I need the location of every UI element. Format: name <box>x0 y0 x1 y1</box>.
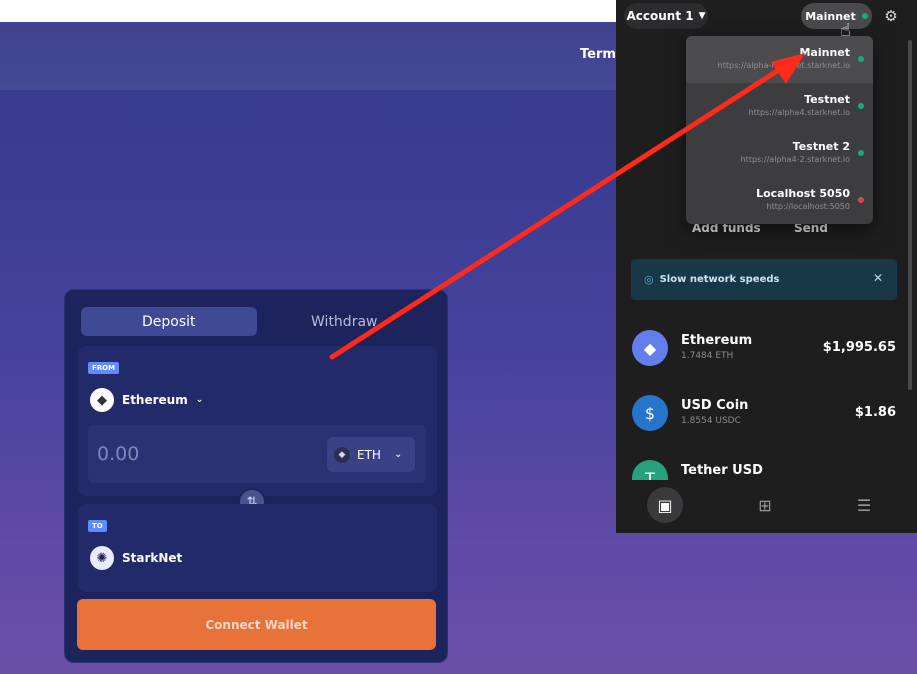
token-selector[interactable]: ◆ ETH ⌄ <box>327 437 415 472</box>
grid-icon: ⊞ <box>758 495 772 515</box>
token-row-ethereum[interactable]: ◆ Ethereum 1.7484 ETH $1,995.65 <box>632 330 902 374</box>
ethereum-icon: ◆ <box>90 388 114 412</box>
list-icon: ☰ <box>856 495 872 515</box>
eth-token-icon: ◆ <box>334 446 350 463</box>
usdc-icon: $ <box>632 395 668 431</box>
network-selector[interactable]: Mainnet <box>801 3 872 29</box>
network-option-name: Localhost 5050 <box>756 187 850 200</box>
network-option-localhost[interactable]: Localhost 5050 http://localhost:5050 <box>686 177 873 224</box>
amount-input[interactable] <box>97 440 297 468</box>
info-icon: ◎ <box>644 273 654 286</box>
token-row-usdc[interactable]: $ USD Coin 1.8554 USDC $1.86 <box>632 395 902 439</box>
token-selector-label: ETH <box>357 447 381 462</box>
network-status-dot <box>858 150 864 156</box>
network-status-dot <box>861 13 868 19</box>
token-balance: 1.7484 ETH <box>681 351 734 361</box>
tether-icon: T <box>632 460 668 480</box>
account-label: Account 1 <box>626 9 694 23</box>
token-balance: 1.8554 USDC <box>681 416 741 426</box>
network-option-url: https://alpha4.starknet.io <box>748 108 850 117</box>
token-usd-value: $1,995.65 <box>822 340 896 355</box>
gear-icon: ⚙ <box>884 7 898 25</box>
network-status-dot <box>858 197 864 203</box>
wallet-icon: ▣ <box>657 495 673 515</box>
token-name: Ethereum <box>681 333 753 348</box>
network-option-url: http://localhost:5050 <box>766 202 850 211</box>
to-network-label: StarkNet <box>122 551 183 565</box>
from-tag: FROM <box>88 362 120 374</box>
account-selector[interactable]: Account 1 ▼ <box>624 3 708 29</box>
token-name: USD Coin <box>681 398 749 413</box>
from-network-label: Ethereum <box>122 393 188 407</box>
network-option-testnet-2[interactable]: Testnet 2 https://alpha4-2.starknet.io <box>686 130 873 177</box>
nav-collectibles-button[interactable]: ⊞ <box>747 487 783 523</box>
network-option-url: https://alpha4-2.starknet.io <box>740 155 850 164</box>
ethereum-icon: ◆ <box>632 330 668 366</box>
nav-wallet-button[interactable]: ▣ <box>647 487 683 523</box>
bridge-tabs: Deposit Withdraw <box>81 307 432 336</box>
tab-withdraw[interactable]: Withdraw <box>257 307 433 336</box>
caret-down-icon: ▼ <box>698 11 706 21</box>
network-option-testnet[interactable]: Testnet https://alpha4.starknet.io <box>686 83 873 130</box>
connect-wallet-button[interactable]: Connect Wallet <box>77 599 436 650</box>
from-network-selector[interactable]: ◆ Ethereum ⌄ <box>90 388 203 412</box>
wallet-bottom-nav: ▣ ⊞ ☰ <box>616 480 917 533</box>
slow-network-banner: ◎ Slow network speeds ✕ <box>631 259 897 300</box>
banner-text: Slow network speeds <box>659 274 780 285</box>
token-row-tether[interactable]: T Tether USD <box>632 460 902 480</box>
wallet-scrollbar[interactable] <box>908 40 912 390</box>
network-option-url: https://alpha-mainnet.starknet.io <box>717 61 850 70</box>
network-option-name: Mainnet <box>799 46 850 59</box>
token-usd-value: $1.86 <box>854 405 896 420</box>
to-network-display: ✺ StarkNet <box>90 546 182 570</box>
to-tag: TO <box>88 520 107 532</box>
chevron-down-icon: ⌄ <box>393 449 403 460</box>
network-option-name: Testnet 2 <box>792 140 850 153</box>
token-name: Tether USD <box>681 463 763 478</box>
starknet-icon: ✺ <box>90 546 114 570</box>
network-option-name: Testnet <box>804 93 850 106</box>
network-option-mainnet[interactable]: Mainnet https://alpha-mainnet.starknet.i… <box>686 36 873 83</box>
mouse-cursor-icon: ☝ <box>840 20 851 41</box>
chevron-down-icon: ⌄ <box>195 395 204 405</box>
tab-deposit[interactable]: Deposit <box>81 307 257 336</box>
network-status-dot <box>858 56 864 62</box>
network-dropdown: Mainnet https://alpha-mainnet.starknet.i… <box>686 36 873 224</box>
close-icon[interactable]: ✕ <box>873 271 883 285</box>
nav-activity-button[interactable]: ☰ <box>846 487 882 523</box>
network-status-dot <box>858 103 864 109</box>
settings-button[interactable]: ⚙ <box>877 3 905 29</box>
